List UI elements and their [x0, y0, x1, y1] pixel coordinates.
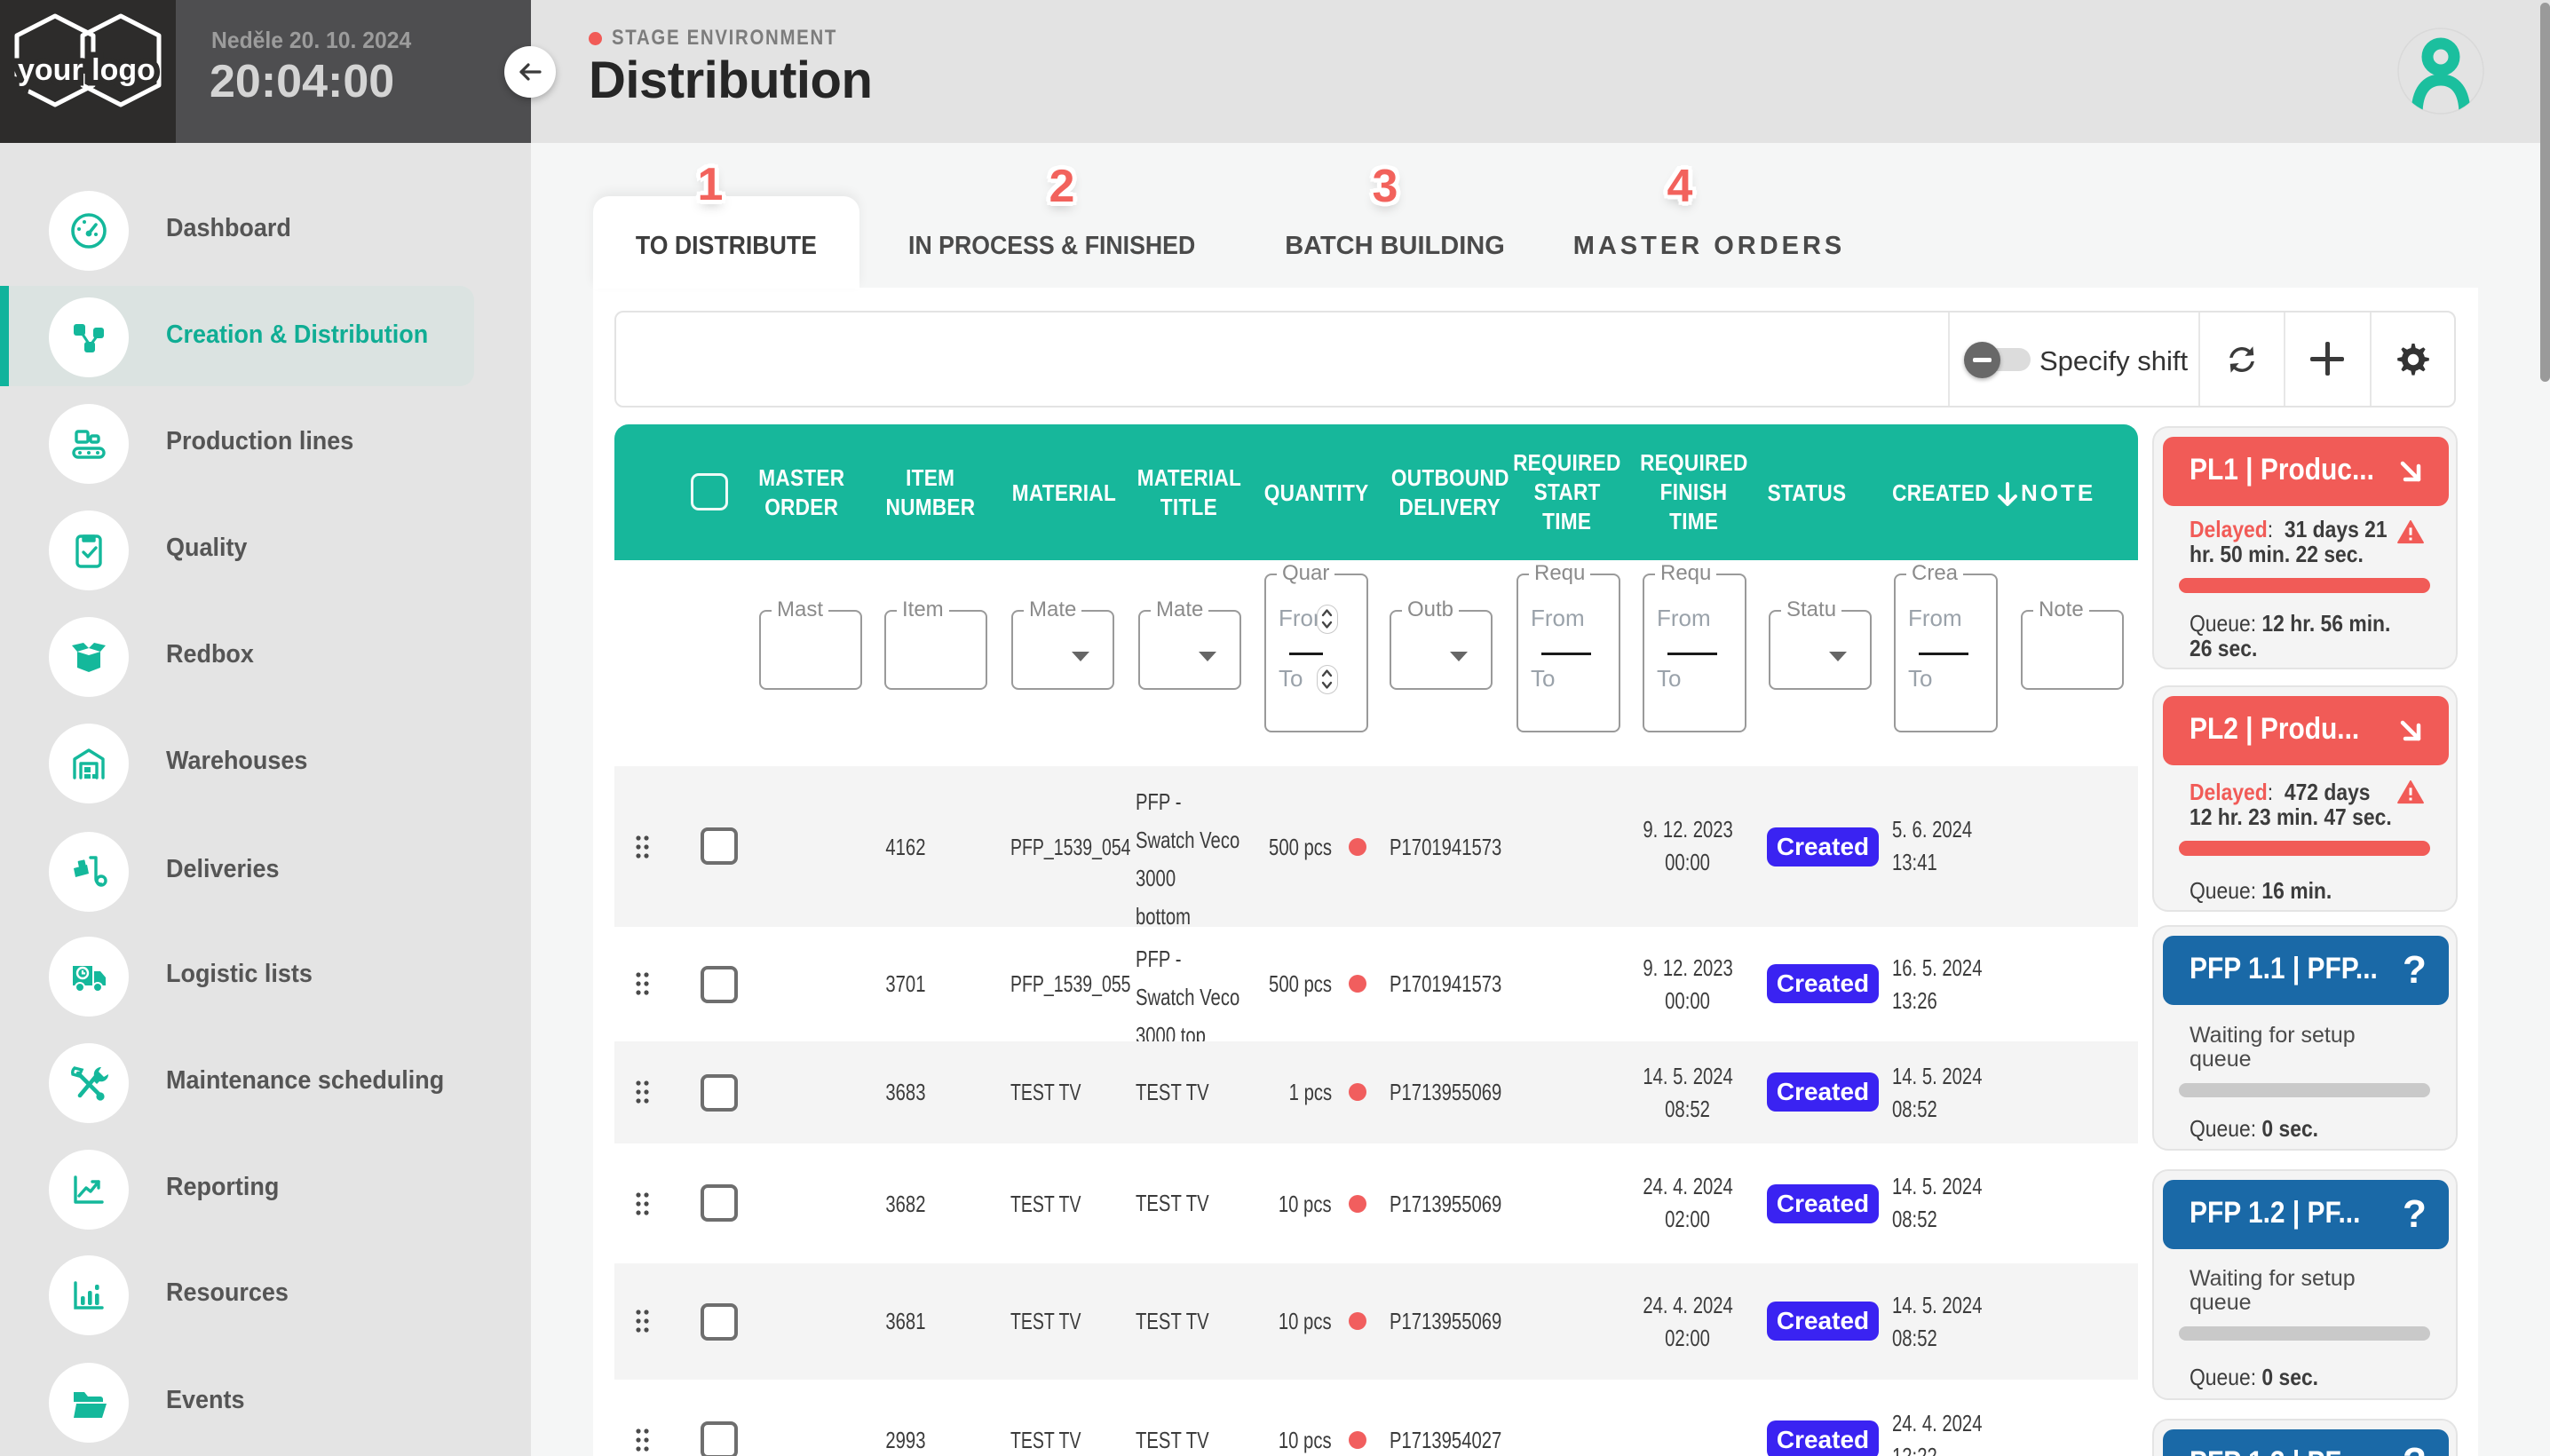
svg-text:your logo: your logo [18, 53, 155, 87]
